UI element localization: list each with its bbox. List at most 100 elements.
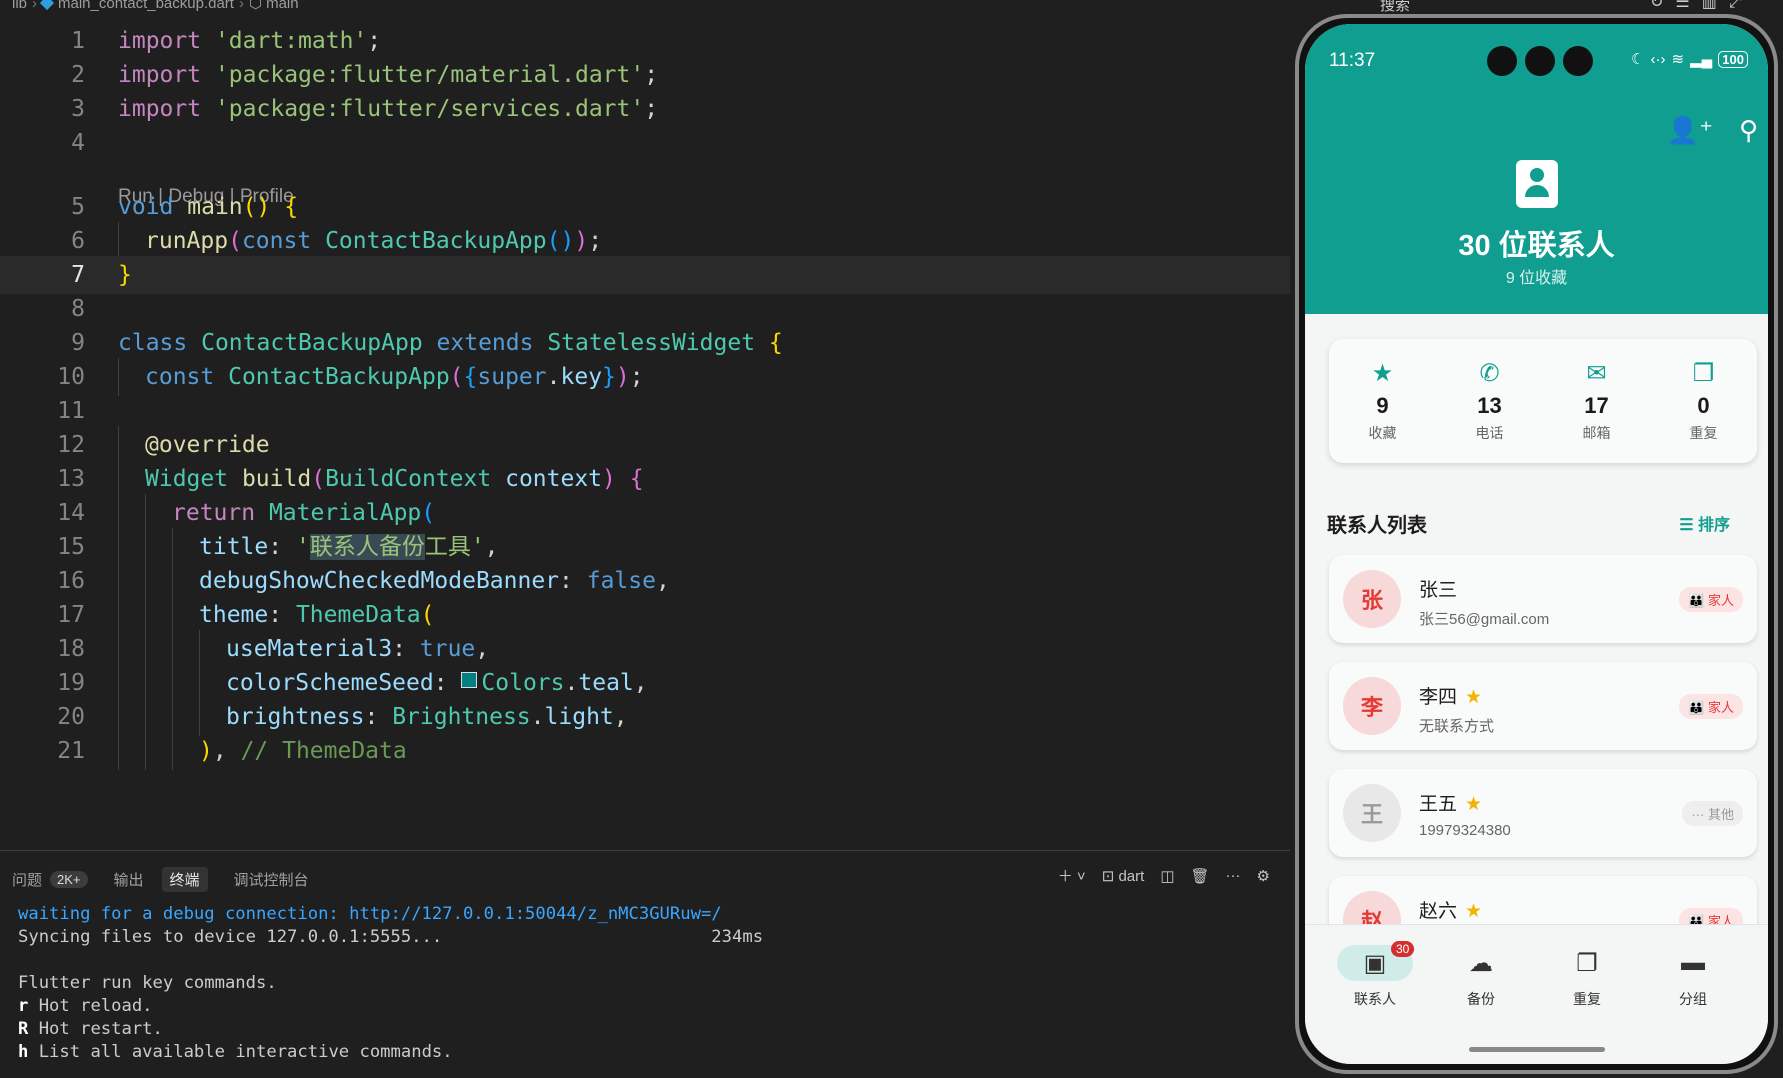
search-icon[interactable]: ⚲	[1739, 116, 1758, 146]
line-number: 3	[71, 96, 85, 122]
line-number: 4	[71, 130, 85, 156]
code-editor[interactable]: lib › main_contact_backup.dart › ⬡ main Run |…	[0, 0, 1290, 850]
line-number: 2	[71, 62, 85, 88]
contact-card[interactable]: 张张三 张三56@gmail.com 👪 家人	[1329, 555, 1757, 643]
code-text: void main() {	[118, 194, 299, 220]
code-text: const ContactBackupApp({super.key});	[118, 358, 644, 396]
avatar: 张	[1343, 570, 1401, 628]
new-terminal-icon[interactable]: ＋ ˅	[1058, 865, 1086, 886]
code-line[interactable]: 17 theme: ThemeData(	[0, 596, 1290, 634]
dart-file-icon	[39, 0, 55, 11]
line-number: 13	[57, 466, 85, 492]
tab-output[interactable]: 输出	[114, 869, 144, 890]
stat-label: 邮箱	[1582, 425, 1611, 441]
code-line[interactable]: 20 brightness: Brightness.light,	[0, 698, 1290, 736]
stat-label: 收藏	[1368, 425, 1397, 441]
sort-button[interactable]: ☰ 排序	[1679, 511, 1730, 535]
nav-icon: ▬	[1681, 949, 1705, 976]
code-line[interactable]: 7}	[0, 256, 1290, 294]
code-line[interactable]: 11	[0, 392, 1290, 430]
breadcrumb-folder[interactable]: lib	[12, 0, 27, 12]
signal-icon: ▂▄	[1690, 51, 1713, 68]
code-text: runApp(const ContactBackupApp());	[118, 222, 602, 260]
line-number: 1	[71, 28, 85, 54]
contact-detail: 无联系方式	[1419, 718, 1495, 735]
status-time: 11:37	[1329, 50, 1376, 71]
code-line[interactable]: 1 import 'dart:math';	[0, 22, 1290, 60]
problems-count-badge: 2K+	[50, 870, 88, 888]
code-text: import 'package:flutter/material.dart';	[118, 62, 659, 88]
stat-item: ✆ 13 电话	[1450, 359, 1530, 443]
tab-debug-console[interactable]: 调试控制台	[234, 869, 309, 890]
code-line[interactable]: 18 useMaterial3: true,	[0, 630, 1290, 668]
nav-item[interactable]: ▣ 30 联系人	[1325, 941, 1425, 1009]
line-number: 11	[57, 398, 85, 424]
code-line[interactable]: 8	[0, 290, 1290, 328]
terminal-output[interactable]: waiting for a debug connection: http://1…	[18, 903, 763, 1064]
emulator-search-label[interactable]: 搜索	[1380, 0, 1410, 15]
battery-icon: 100	[1718, 50, 1748, 68]
code-line[interactable]: 13 Widget build(BuildContext context) {	[0, 460, 1290, 498]
avatar: 李	[1343, 677, 1401, 735]
stat-label: 电话	[1475, 425, 1504, 441]
camera-cutout-icon	[1525, 46, 1555, 76]
code-line[interactable]: 2 import 'package:flutter/material.dart';	[0, 56, 1290, 94]
settings-icon[interactable]: ⚙	[1257, 867, 1270, 885]
trash-icon[interactable]: 🗑	[1191, 867, 1210, 885]
tab-problems[interactable]: 问题 2K+	[12, 869, 88, 890]
code-line[interactable]: 4	[0, 124, 1290, 162]
split-terminal-icon[interactable]: ◫	[1160, 867, 1174, 885]
code-text: import 'dart:math';	[118, 28, 382, 54]
line-number: 12	[57, 432, 85, 458]
code-line[interactable]: 19 colorSchemeSeed: Colors.teal,	[0, 664, 1290, 702]
tab-terminal[interactable]: 终端	[161, 866, 208, 892]
add-person-icon[interactable]: 👤⁺	[1667, 116, 1713, 146]
line-number: 5	[71, 194, 85, 220]
nav-label: 备份	[1467, 991, 1495, 1007]
nav-icon: ▣ 30	[1337, 941, 1415, 981]
contact-name-text: 李四	[1419, 687, 1458, 708]
stat-item: ❐ 0 重复	[1664, 359, 1744, 443]
breadcrumb-symbol[interactable]: main	[266, 0, 299, 12]
nav-item[interactable]: ❐ 重复	[1537, 945, 1637, 1009]
code-line[interactable]: 6 runApp(const ContactBackupApp());	[0, 222, 1290, 260]
code-line[interactable]: 16 debugShowCheckedModeBanner: false,	[0, 562, 1290, 600]
contacts-count-title: 30 位联系人	[1458, 230, 1615, 262]
code-line[interactable]: 21), // ThemeData	[0, 732, 1290, 770]
contact-card[interactable]: 王王五 ★ 19979324380 ··· 其他	[1329, 769, 1757, 857]
code-text: debugShowCheckedModeBanner: false,	[118, 562, 670, 600]
nav-icon: ❐	[1576, 949, 1598, 977]
terminal-shell-icon[interactable]: ⊡ dart	[1102, 867, 1145, 885]
code-text: return MaterialApp(	[118, 494, 435, 532]
code-line[interactable]: 14 return MaterialApp(	[0, 494, 1290, 532]
group-tag: 👪 家人	[1679, 587, 1743, 612]
stat-value: 9	[1376, 393, 1389, 418]
code-line[interactable]: 9 class ContactBackupApp extends Stateles…	[0, 324, 1290, 362]
breadcrumb-file[interactable]: main_contact_backup.dart	[58, 0, 234, 12]
code-line[interactable]: 3 import 'package:flutter/services.dart';	[0, 90, 1290, 128]
code-text: theme: ThemeData(	[118, 596, 434, 634]
status-icons: ☾ ‹·› ≋ ▂▄ 100	[1631, 50, 1748, 68]
home-indicator[interactable]	[1468, 1047, 1605, 1052]
code-line[interactable]: 12 @override	[0, 426, 1290, 464]
data-icon: ‹·›	[1650, 50, 1666, 68]
emulator-toolbar-icons[interactable]: ↻☰▥⤢	[1650, 0, 1754, 12]
nav-icon: ☁	[1469, 949, 1493, 977]
bottom-navigation: ▣ 30 联系人 ☁ 备份 ❐ 重复 ▬ 分组	[1305, 924, 1768, 1064]
more-icon[interactable]: ···	[1226, 867, 1241, 884]
line-number: 9	[71, 330, 85, 356]
line-number: 6	[71, 228, 85, 254]
code-line[interactable]: 10 const ContactBackupApp({super.key});	[0, 358, 1290, 396]
code-line[interactable]: 5 void main() {	[0, 188, 1290, 226]
line-number: 16	[57, 568, 85, 594]
contact-card[interactable]: 李李四 ★ 无联系方式 👪 家人	[1329, 662, 1757, 750]
code-line[interactable]: 15 title: '联系人备份工具',	[0, 528, 1290, 566]
favorites-count-subtitle: 9 位收藏	[1505, 270, 1568, 287]
camera-cutout-icon	[1487, 46, 1517, 76]
nav-item[interactable]: ☁ 备份	[1431, 945, 1531, 1009]
line-number: 19	[57, 670, 85, 696]
code-text: @override	[118, 426, 270, 464]
symbol-icon: ⬡	[248, 0, 263, 12]
phone-screen[interactable]: 11:37 ☾ ‹·› ≋ ▂▄ 100 👤⁺ ⚲ 30 位联系人 9 位收藏 …	[1305, 24, 1768, 1064]
nav-item[interactable]: ▬ 分组	[1643, 945, 1743, 1009]
